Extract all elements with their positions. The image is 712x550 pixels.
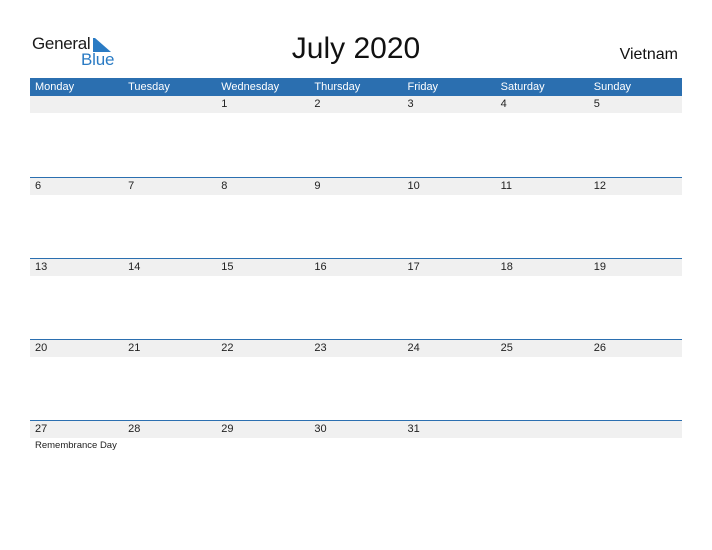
day-number: 11 xyxy=(500,180,513,192)
day-number: 17 xyxy=(407,261,420,273)
day-number: 31 xyxy=(407,423,420,435)
day-number: 15 xyxy=(221,261,234,273)
day-cell: 6 xyxy=(30,178,123,195)
date-band: 27 Remembrance Day 28 29 30 31 xyxy=(30,421,682,451)
day-cell: 12 xyxy=(589,178,682,195)
day-number: 30 xyxy=(314,423,327,435)
day-number: 9 xyxy=(314,180,321,192)
weekday-header: Monday Tuesday Wednesday Thursday Friday… xyxy=(30,78,682,96)
week-row: 27 Remembrance Day 28 29 30 31 xyxy=(30,420,682,501)
day-number: 16 xyxy=(314,261,327,273)
day-cell: 3 xyxy=(403,96,496,113)
day-cell: 9 xyxy=(309,178,402,195)
weekday-monday: Monday xyxy=(35,81,75,93)
calendar-title: July 2020 xyxy=(291,32,421,65)
day-cell: 25 xyxy=(496,340,589,357)
week-row: 1 2 3 4 5 xyxy=(30,96,682,177)
day-number: 6 xyxy=(35,180,42,192)
day-cell: 8 xyxy=(216,178,309,195)
date-band: 6 7 8 9 10 11 12 xyxy=(30,178,682,195)
day-cell: 26 xyxy=(589,340,682,357)
date-band: 1 2 3 4 5 xyxy=(30,96,682,113)
week-row: 20 21 22 23 24 25 26 xyxy=(30,339,682,420)
day-cell: 14 xyxy=(123,259,216,276)
day-cell: 28 xyxy=(123,421,216,438)
day-number: 7 xyxy=(128,180,135,192)
weekday-wednesday: Wednesday xyxy=(221,81,280,93)
day-cell: 4 xyxy=(496,96,589,113)
date-band: 20 21 22 23 24 25 26 xyxy=(30,340,682,357)
day-cell: 29 xyxy=(216,421,309,438)
day-number: 29 xyxy=(221,423,234,435)
day-number: 2 xyxy=(314,98,321,110)
weekday-sunday: Sunday xyxy=(593,81,632,93)
day-number: 19 xyxy=(593,261,606,273)
date-band: 13 14 15 16 17 18 19 xyxy=(30,259,682,276)
day-cell: 19 xyxy=(589,259,682,276)
day-number: 12 xyxy=(593,180,606,192)
weekday-friday: Friday xyxy=(407,81,439,93)
day-cell: 21 xyxy=(123,340,216,357)
country-label: Vietnam xyxy=(619,46,678,63)
day-cell: 17 xyxy=(403,259,496,276)
day-number: 3 xyxy=(407,98,414,110)
day-number: 22 xyxy=(221,342,234,354)
day-cell: 7 xyxy=(123,178,216,195)
day-number: 5 xyxy=(593,98,600,110)
day-cell: 20 xyxy=(30,340,123,357)
day-cell: 30 xyxy=(309,421,402,438)
day-number: 21 xyxy=(128,342,141,354)
weekday-saturday: Saturday xyxy=(500,81,545,93)
day-number: 13 xyxy=(35,261,48,273)
day-number: 10 xyxy=(407,180,420,192)
day-cell: 22 xyxy=(216,340,309,357)
holiday-label: Remembrance Day xyxy=(35,440,117,451)
week-row: 13 14 15 16 17 18 19 xyxy=(30,258,682,339)
day-number: 27 xyxy=(35,423,48,435)
day-cell: 5 xyxy=(589,96,682,113)
day-cell xyxy=(30,96,123,113)
day-number: 26 xyxy=(593,342,606,354)
day-number: 18 xyxy=(500,261,513,273)
day-number: 4 xyxy=(500,98,507,110)
day-number: 14 xyxy=(128,261,141,273)
day-cell: 10 xyxy=(403,178,496,195)
day-cell xyxy=(496,421,589,438)
day-cell xyxy=(589,421,682,438)
weekday-thursday: Thursday xyxy=(314,81,361,93)
day-cell: 31 xyxy=(403,421,496,438)
day-cell: 18 xyxy=(496,259,589,276)
day-cell: 16 xyxy=(309,259,402,276)
day-cell: 2 xyxy=(309,96,402,113)
day-number: 28 xyxy=(128,423,141,435)
day-cell xyxy=(123,96,216,113)
day-number: 1 xyxy=(221,98,228,110)
day-cell: 24 xyxy=(403,340,496,357)
day-cell: 11 xyxy=(496,178,589,195)
day-cell: 13 xyxy=(30,259,123,276)
day-number: 23 xyxy=(314,342,327,354)
day-cell: 23 xyxy=(309,340,402,357)
week-row: 6 7 8 9 10 11 12 xyxy=(30,177,682,258)
day-cell: 27 Remembrance Day xyxy=(30,421,123,451)
weekday-tuesday: Tuesday xyxy=(128,81,170,93)
day-number: 20 xyxy=(35,342,48,354)
day-cell: 15 xyxy=(216,259,309,276)
day-cell: 1 xyxy=(216,96,309,113)
day-number: 24 xyxy=(407,342,420,354)
day-number: 8 xyxy=(221,180,228,192)
day-number: 25 xyxy=(500,342,513,354)
